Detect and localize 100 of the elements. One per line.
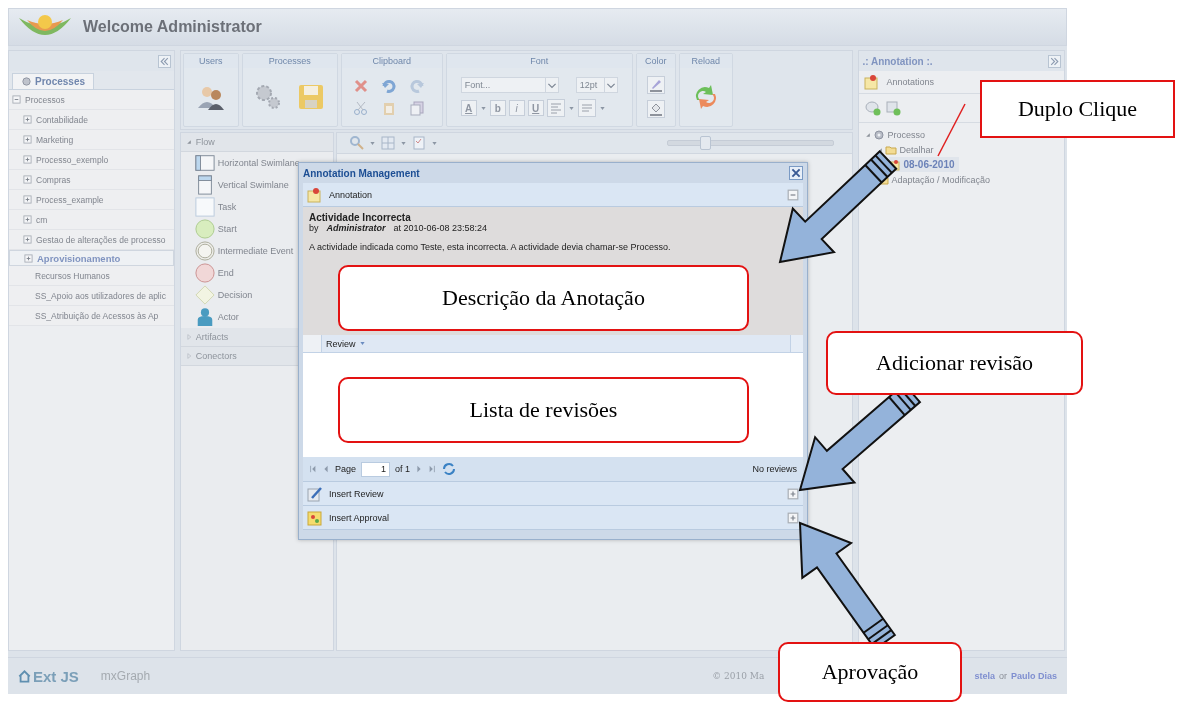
palette-section-header[interactable]: Flow xyxy=(180,133,333,152)
add-edit-icon[interactable] xyxy=(885,100,902,116)
expand-icon[interactable] xyxy=(23,115,32,124)
welcome-title: Welcome Administrator xyxy=(83,18,262,36)
delete-icon[interactable] xyxy=(352,78,369,94)
search-icon[interactable] xyxy=(348,135,365,151)
layout-icon[interactable] xyxy=(379,135,396,151)
section-title: Annotations xyxy=(886,77,934,87)
add-comment-icon[interactable] xyxy=(865,100,882,116)
gear-icon xyxy=(873,128,886,141)
expand-icon[interactable] xyxy=(23,175,32,184)
dropdown-icon[interactable] xyxy=(544,78,558,92)
status-text: No reviews xyxy=(752,464,797,474)
caret-icon[interactable] xyxy=(479,104,487,112)
circle-icon[interactable] xyxy=(194,241,215,261)
collapsed-arrow-icon[interactable] xyxy=(185,353,192,359)
tree-item[interactable]: Detalhar xyxy=(877,142,938,157)
shape-label: Horizontal Swimlane xyxy=(217,158,300,168)
collapsed-arrow-icon[interactable] xyxy=(185,334,192,340)
circle-icon[interactable] xyxy=(194,263,215,283)
page-field[interactable]: 1 xyxy=(361,461,391,477)
dropdown-icon[interactable] xyxy=(603,78,617,92)
collapse-icon[interactable] xyxy=(157,54,171,68)
rectangle-icon[interactable] xyxy=(194,197,215,217)
house-icon xyxy=(18,669,31,683)
collapse-icon[interactable] xyxy=(12,95,21,104)
slider-thumb[interactable] xyxy=(699,136,711,150)
caret-icon[interactable] xyxy=(368,139,376,147)
dialog-title: Annotation Management xyxy=(303,167,420,179)
expanded-arrow-icon[interactable] xyxy=(877,146,884,153)
tree-label: Processo xyxy=(887,129,925,140)
shape-label: Intermediate Event xyxy=(217,246,294,256)
collapse-icon[interactable] xyxy=(787,188,799,201)
author-name: Administrator xyxy=(326,223,386,233)
caret-icon[interactable] xyxy=(358,340,366,347)
group-title: Clipboard xyxy=(341,54,442,68)
font-color-button[interactable]: A xyxy=(460,100,477,116)
expand-icon[interactable] xyxy=(23,155,32,164)
tree-label: Detalhar xyxy=(899,144,934,155)
expand-icon[interactable] xyxy=(1048,54,1061,68)
shape-label: Task xyxy=(217,202,237,212)
annotation-title: Actividade Incorrecta xyxy=(309,212,412,223)
list-icon[interactable] xyxy=(577,99,596,117)
expand-icon[interactable] xyxy=(787,511,799,524)
callout-label: Duplo Clique xyxy=(980,80,1175,138)
expand-icon[interactable] xyxy=(24,253,33,263)
fill-color-icon[interactable] xyxy=(646,100,665,118)
approval-icon xyxy=(307,509,323,526)
section-title: Insert Review xyxy=(329,488,384,499)
author-link[interactable]: stela xyxy=(974,671,995,681)
scissors-icon[interactable] xyxy=(352,100,369,116)
separator-text: or xyxy=(998,671,1007,681)
caret-icon[interactable] xyxy=(399,139,407,147)
caret-icon[interactable] xyxy=(598,104,606,112)
format-button[interactable]: i xyxy=(508,100,525,116)
circle-icon[interactable] xyxy=(194,219,215,239)
expand-icon[interactable] xyxy=(23,135,32,144)
close-icon[interactable] xyxy=(789,166,803,180)
pen-color-icon[interactable] xyxy=(646,76,665,94)
shape-label: Vertical Swimlane xyxy=(217,180,289,190)
copyright-text: © 2010 Ma xyxy=(712,671,765,681)
panel-tab[interactable]: Processes xyxy=(12,73,95,89)
copy-icon[interactable] xyxy=(408,100,425,116)
leader-line xyxy=(937,103,966,157)
caret-icon[interactable] xyxy=(567,104,575,112)
expand-icon[interactable] xyxy=(23,195,32,204)
refresh-icon[interactable] xyxy=(441,461,458,477)
callout-label: Adicionar revisão xyxy=(826,331,1083,395)
author-link[interactable]: Paulo Dias xyxy=(1011,671,1057,681)
shape-label: End xyxy=(217,268,234,278)
extjs-logo: Ext JS xyxy=(33,667,79,685)
redo-icon[interactable] xyxy=(408,78,425,94)
format-button[interactable]: b xyxy=(489,100,506,116)
undo-icon[interactable] xyxy=(380,78,397,94)
expand-icon[interactable] xyxy=(23,215,32,224)
align-left-icon[interactable] xyxy=(546,99,565,117)
callout-label: Lista de revisões xyxy=(338,377,749,443)
swimlane-icon[interactable] xyxy=(194,153,215,173)
last-page-icon[interactable] xyxy=(428,465,437,473)
font-select[interactable]: Font... xyxy=(460,77,559,93)
folder-icon xyxy=(885,143,898,156)
tree-item[interactable]: 08-06-2010 xyxy=(889,157,959,172)
size-select[interactable]: 12pt xyxy=(575,77,618,93)
callout-label: Descrição da Anotação xyxy=(338,265,749,331)
page-count: of 1 xyxy=(395,464,411,474)
first-page-icon[interactable] xyxy=(309,465,317,473)
shape-label: Decision xyxy=(217,290,253,300)
caret-icon[interactable] xyxy=(430,139,438,147)
panel-title: Annotation xyxy=(329,189,373,200)
column-header[interactable]: Review xyxy=(321,335,791,352)
note-icon xyxy=(307,186,323,203)
expand-icon[interactable] xyxy=(787,487,799,500)
pencil-icon xyxy=(307,485,323,502)
tree-item[interactable]: Aprovisionamento xyxy=(9,250,174,266)
previous-page-icon[interactable] xyxy=(322,465,330,473)
tree-item[interactable]: Processo xyxy=(865,127,929,142)
checklist-icon[interactable] xyxy=(410,135,427,151)
diamond-icon[interactable] xyxy=(194,285,215,305)
format-button[interactable]: U xyxy=(527,100,544,116)
expand-icon[interactable] xyxy=(23,235,32,244)
